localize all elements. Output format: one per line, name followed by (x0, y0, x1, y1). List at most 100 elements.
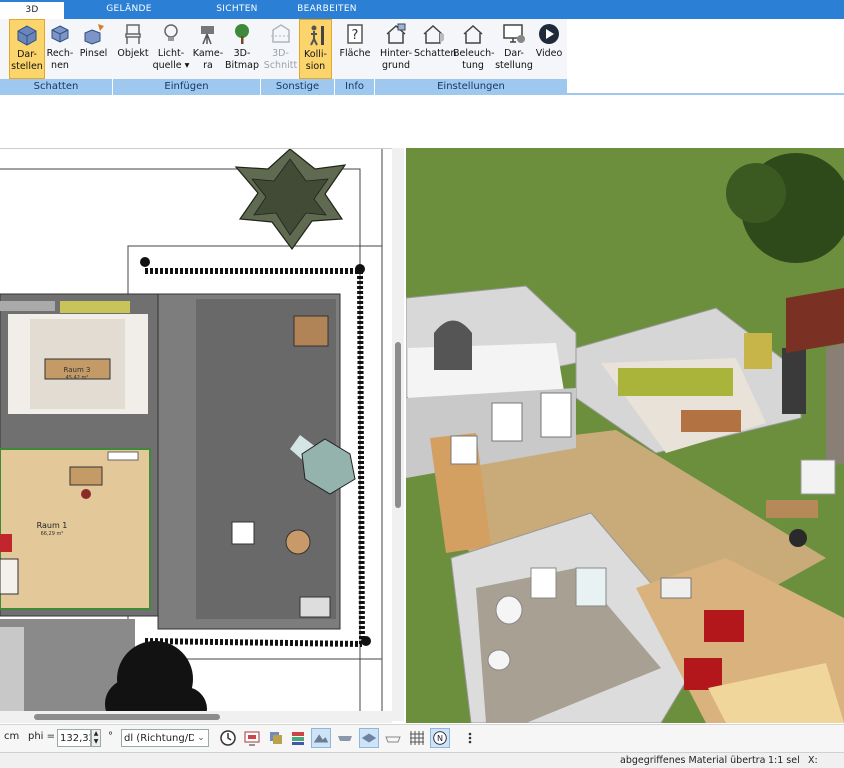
ribbon-label: Objekt (117, 48, 149, 59)
more-options-icon[interactable] (460, 728, 480, 748)
ribbon-label: Schnitt (263, 60, 298, 71)
ribbon-label: Fläche (339, 48, 371, 59)
ribbon-label: Pinsel (79, 48, 108, 59)
monitor-gear-icon (503, 24, 525, 43)
hintergrund-button[interactable]: Hinter- grund (377, 19, 415, 79)
room1-area-label: 66,29 m² (41, 531, 64, 537)
group-info: Info (335, 79, 375, 95)
ribbon-label: sion (305, 61, 326, 72)
rechnen-button[interactable]: Rech- nen (45, 19, 75, 79)
terrain-view-icon[interactable] (311, 728, 331, 748)
status-bar: abgegriffenes Material übertrage 1:1 sel… (0, 752, 844, 768)
ribbon-label: 3D- (233, 48, 251, 59)
3d-bitmap-button[interactable]: 3D- Bitmap (224, 19, 260, 79)
house-light-icon (463, 24, 483, 44)
phi-label: phi = (28, 731, 56, 742)
section-icon (270, 24, 291, 43)
north-compass-icon[interactable]: N (430, 728, 450, 748)
color-stack-icon[interactable] (288, 728, 308, 748)
clock-icon[interactable] (218, 728, 238, 748)
ribbon-label: Kolli- (304, 49, 327, 60)
play-icon (539, 24, 559, 44)
ribbon-label: grund (381, 60, 410, 71)
kollision-button[interactable]: Kolli- sion (299, 19, 332, 79)
group-einfuegen: Einfügen (113, 79, 261, 95)
layers-icon[interactable] (266, 728, 286, 748)
ribbon-label: tung (462, 60, 484, 71)
ribbon-label: stellen (11, 61, 43, 72)
lichtquelle-button[interactable]: Licht- quelle ▾ (152, 19, 190, 79)
floor-plan-view[interactable]: Raum 3 45,42 m² Raum 1 66,29 m² (0, 148, 392, 722)
camera-icon (201, 26, 214, 45)
ribbon-label: Beleuch- (453, 48, 495, 59)
question-sheet-icon: ? (347, 24, 363, 44)
input-toolbar: cm phi = 132,32 ▲▼ ° dl (Richtung/Di ⌄ N (0, 724, 844, 753)
screen-icon[interactable] (242, 728, 262, 748)
ribbon-label: quelle ▾ (152, 60, 190, 71)
house-shadow-icon (423, 24, 444, 44)
tab-gelaende[interactable]: GELÄNDE (92, 0, 166, 19)
darstellen-button[interactable]: Dar- stellen (9, 19, 45, 79)
plan-vertical-scroll-thumb[interactable] (395, 342, 401, 508)
darstellung-button[interactable]: Dar- stellung (494, 19, 534, 79)
objekt-button[interactable]: Objekt (116, 19, 150, 79)
3d-view-canvas[interactable] (406, 148, 844, 723)
pattern-icon[interactable] (335, 728, 355, 748)
3d-view[interactable] (406, 148, 844, 723)
status-x-coordinate: X: (808, 755, 818, 766)
kamera-button[interactable]: Kame- ra (191, 19, 225, 79)
tab-sichten[interactable]: SICHTEN (200, 0, 274, 19)
schatten-settings-button[interactable]: Schatten (414, 19, 456, 79)
ribbon-label: Dar- (17, 49, 37, 60)
status-message: abgegriffenes Material übertrage (620, 755, 766, 766)
svg-text:N: N (437, 733, 443, 743)
ribbon-tab-bar: 3D GELÄNDE SICHTEN BEARBEITEN (0, 0, 844, 19)
ribbon-group-bar: Schatten Einfügen Sonstige Info Einstell… (0, 79, 567, 95)
surface-icon[interactable] (359, 728, 379, 748)
ribbon-label: Schatten (414, 48, 457, 59)
pinsel-button[interactable]: Pinsel (77, 19, 110, 79)
cube-compute-icon (51, 25, 69, 43)
ribbon-label: Dar- (504, 48, 524, 59)
group-schatten: Schatten (0, 79, 113, 95)
ribbon-label: Licht- (157, 48, 185, 59)
tab-3d[interactable]: 3D (0, 0, 64, 19)
chevron-down-icon[interactable]: ⌄ (194, 730, 208, 746)
ribbon-label: ra (203, 60, 213, 71)
cube-display-icon (17, 25, 37, 46)
unit-label: cm (4, 731, 20, 742)
group-einstellungen: Einstellungen (437, 81, 505, 92)
ribbon-group-bar-line (567, 93, 844, 95)
ribbon-label: nen (51, 60, 69, 71)
chair-icon (125, 24, 141, 44)
floor-plan-canvas[interactable]: Raum 3 45,42 m² Raum 1 66,29 m² (0, 149, 392, 722)
phi-input[interactable]: 132,32 (57, 729, 91, 747)
ribbon-label: Video (535, 48, 563, 59)
video-button[interactable]: Video (533, 19, 565, 79)
ribbon-label: Kame- (192, 48, 224, 59)
ribbon: Dar- stellen Rech- nen Pinsel Objekt Lic… (0, 19, 567, 80)
ribbon-label: stellung (495, 60, 533, 71)
plane-icon[interactable] (383, 728, 403, 748)
flaeche-button[interactable]: ? Fläche (337, 19, 373, 79)
ribbon-label: Hinter- (379, 48, 413, 59)
degree-label: ° (108, 731, 113, 742)
room3-area-label: 45,42 m² (66, 375, 89, 381)
beleuchtung-button[interactable]: Beleuch- tung (453, 19, 495, 79)
tab-bearbeiten[interactable]: BEARBEITEN (290, 0, 364, 19)
lightbulb-icon (164, 24, 178, 41)
3d-schnitt-button[interactable]: 3D- Schnitt (263, 19, 298, 79)
status-scale: 1:1 sel (768, 755, 800, 766)
room1-name-label: Raum 1 (37, 521, 68, 530)
house-background-icon (386, 23, 406, 44)
ribbon-label: Bitmap (225, 60, 259, 71)
ribbon-label: 3D- (272, 48, 289, 59)
ribbon-label: Rech- (46, 48, 74, 59)
room3-name-label: Raum 3 (64, 366, 91, 374)
grid-icon[interactable] (407, 728, 427, 748)
tree-icon (235, 24, 249, 44)
brush-cube-icon (84, 24, 104, 45)
phi-spinner[interactable]: ▲ ▼ (91, 729, 101, 747)
svg-text:?: ? (352, 28, 359, 43)
plan-horizontal-scroll-thumb[interactable] (34, 714, 220, 720)
